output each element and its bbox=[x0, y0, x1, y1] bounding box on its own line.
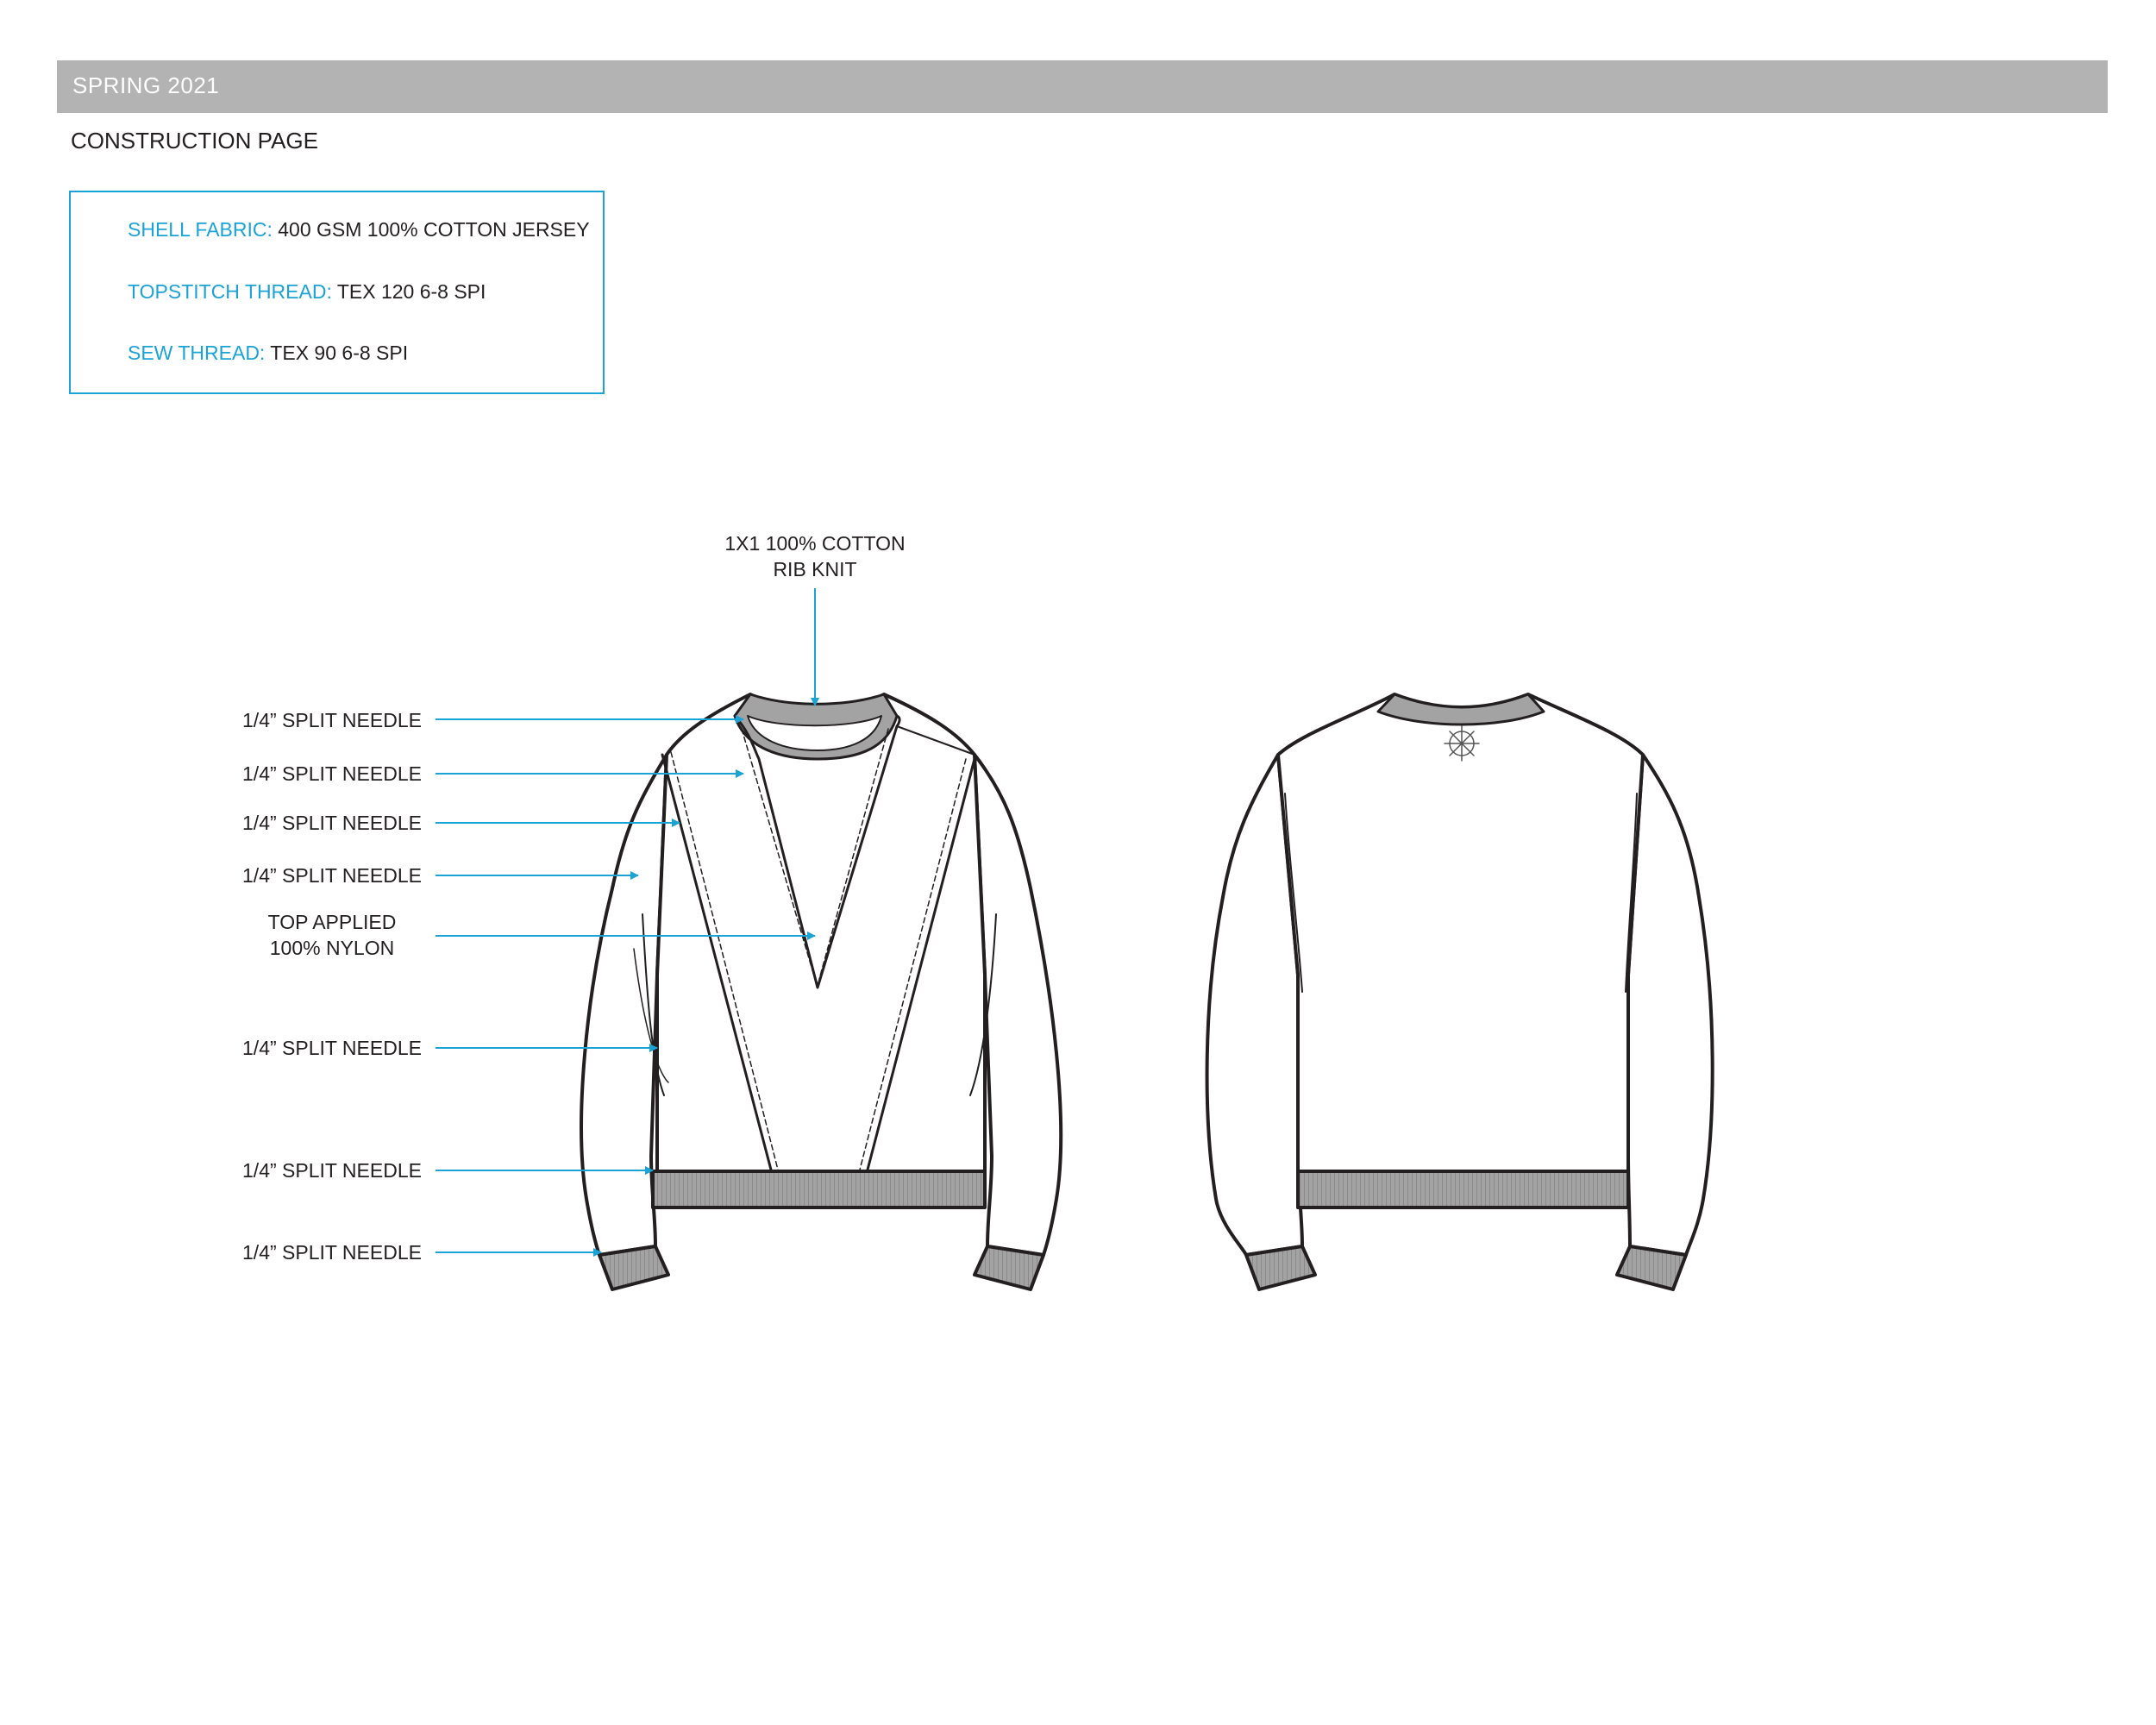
back-body bbox=[1276, 693, 1645, 1175]
back-right-sleeve bbox=[1626, 753, 1714, 1257]
callout-nylon-line2: 100% NYLON bbox=[269, 937, 395, 959]
front-waistband bbox=[651, 1170, 987, 1209]
front-right-sleeve bbox=[973, 753, 1063, 1257]
callout-split-needle-2: 1/4” SPLIT NEEDLE bbox=[242, 762, 422, 785]
callout-rib-line2: RIB KNIT bbox=[773, 558, 857, 580]
logo-icon bbox=[1444, 725, 1480, 762]
callout-split-needle-6: 1/4” SPLIT NEEDLE bbox=[242, 1159, 422, 1182]
back-left-cuff bbox=[1244, 1245, 1317, 1291]
callout-split-needle-5: 1/4” SPLIT NEEDLE bbox=[242, 1037, 422, 1059]
callout-split-needle-3: 1/4” SPLIT NEEDLE bbox=[242, 812, 422, 834]
back-view bbox=[1205, 693, 1714, 1291]
front-view bbox=[580, 693, 1063, 1291]
callout-rib-line1: 1X1 100% COTTON bbox=[724, 532, 906, 555]
callout-nylon: TOP APPLIED 100% NYLON bbox=[241, 909, 423, 961]
back-neck-rib bbox=[1376, 693, 1545, 726]
callout-rib-knit: 1X1 100% COTTON RIB KNIT bbox=[716, 530, 914, 582]
front-right-cuff bbox=[973, 1245, 1045, 1291]
callout-nylon-line1: TOP APPLIED bbox=[267, 911, 397, 933]
back-right-cuff bbox=[1615, 1245, 1688, 1291]
callout-split-needle-7: 1/4” SPLIT NEEDLE bbox=[242, 1241, 422, 1264]
front-left-cuff bbox=[598, 1245, 670, 1291]
callout-split-needle-1: 1/4” SPLIT NEEDLE bbox=[242, 709, 422, 731]
callout-split-needle-4: 1/4” SPLIT NEEDLE bbox=[242, 864, 422, 887]
front-body bbox=[655, 693, 987, 1175]
back-waistband bbox=[1296, 1170, 1630, 1209]
